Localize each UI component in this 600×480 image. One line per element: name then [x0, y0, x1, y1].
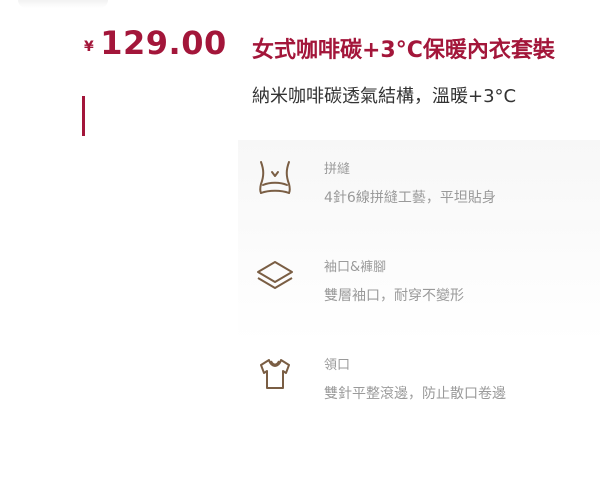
top-edge-shadow	[18, 0, 108, 8]
product-subtitle: 納米咖啡碳透氣結構，溫暖+3°C	[252, 86, 517, 107]
accent-divider	[82, 96, 85, 136]
currency-symbol: ¥	[84, 39, 95, 55]
price: ¥ 129.00	[84, 27, 227, 59]
feature-description: 4針6線拼縫工藝，平坦貼身	[324, 190, 496, 206]
price-amount: 129.00	[100, 24, 227, 62]
feature-description: 雙針平整滾邊，防止散口卷邊	[324, 386, 506, 402]
feature-item-cuff: 袖口&褲腳 雙層袖口，耐穿不變形	[238, 238, 600, 304]
product-title: 女式咖啡碳+3°C保暖內衣套裝	[252, 38, 555, 63]
feature-item-seam: 拼縫 4針6線拼縫工藝，平坦貼身	[238, 140, 600, 206]
layers-icon	[255, 256, 295, 296]
feature-panel: 拼縫 4針6線拼縫工藝，平坦貼身 袖口&褲腳 雙層袖口，耐穿不變形 領口 雙針平…	[238, 140, 600, 430]
feature-title: 拼縫	[324, 162, 351, 177]
feature-item-collar: 領口 雙針平整滾邊，防止散口卷邊	[238, 336, 600, 402]
feature-description: 雙層袖口，耐穿不變形	[324, 288, 464, 304]
feature-title: 領口	[324, 358, 351, 373]
waist-seam-icon	[255, 158, 295, 198]
tshirt-collar-icon	[255, 354, 295, 394]
feature-title: 袖口&褲腳	[324, 260, 387, 275]
